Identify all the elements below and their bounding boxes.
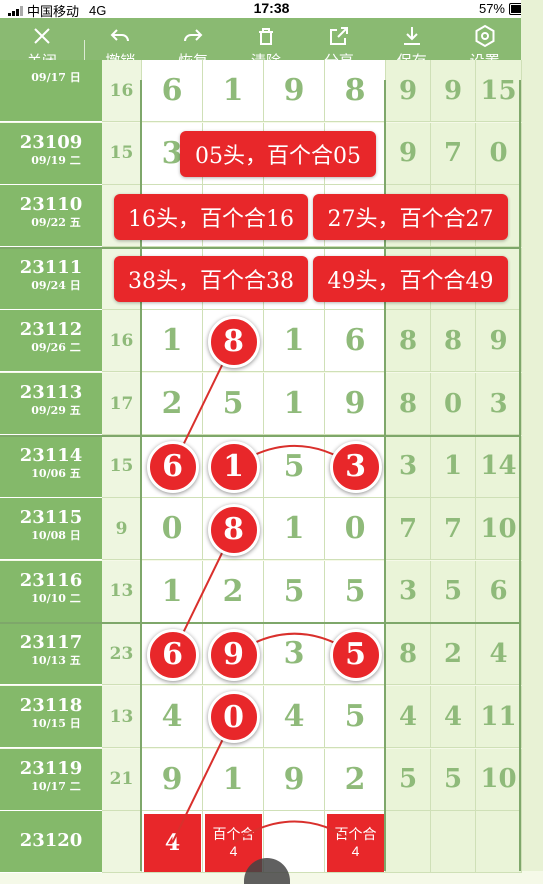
toolbar-divider (84, 40, 85, 62)
prediction-banner[interactable]: 27头，百个合27 (313, 193, 508, 240)
highlight-ball[interactable]: 5 (329, 628, 382, 681)
trash-icon (258, 28, 273, 45)
prediction-banner[interactable]: 16头，百个合16 (114, 193, 308, 240)
clock: 17:38 (253, 0, 290, 16)
highlight-ball[interactable]: 1 (207, 440, 260, 493)
trend-arc (232, 820, 357, 844)
redo-icon (184, 29, 203, 42)
share-icon (329, 27, 348, 45)
highlight-ball[interactable]: 8 (207, 315, 260, 368)
highlight-ball[interactable]: 3 (329, 440, 382, 493)
undo-icon (110, 29, 130, 42)
download-icon (403, 27, 420, 45)
status-bar: 中国移动 4G 17:38 57% (0, 0, 543, 19)
highlight-ball[interactable]: 6 (146, 440, 199, 493)
highlight-ball[interactable]: 0 (207, 691, 260, 744)
settings-icon (475, 24, 495, 48)
prediction-banner[interactable]: 38头，百个合38 (114, 256, 308, 303)
highlight-ball[interactable]: 6 (146, 628, 199, 681)
right-edge-strip (521, 0, 543, 871)
highlight-ball[interactable]: 8 (207, 503, 260, 556)
highlight-ball[interactable]: 9 (207, 628, 260, 681)
trend-chart-grid[interactable]: 09/17 日 16 6 1 9 8 9 9 15 23109 09/19 二 15 3 9 7 0 23110… (0, 60, 522, 874)
close-icon (34, 28, 50, 44)
prediction-banner[interactable]: 49头，百个合49 (313, 256, 508, 303)
prediction-banner[interactable]: 05头，百个合05 (180, 130, 376, 177)
battery-percent: 57% (478, 1, 505, 16)
